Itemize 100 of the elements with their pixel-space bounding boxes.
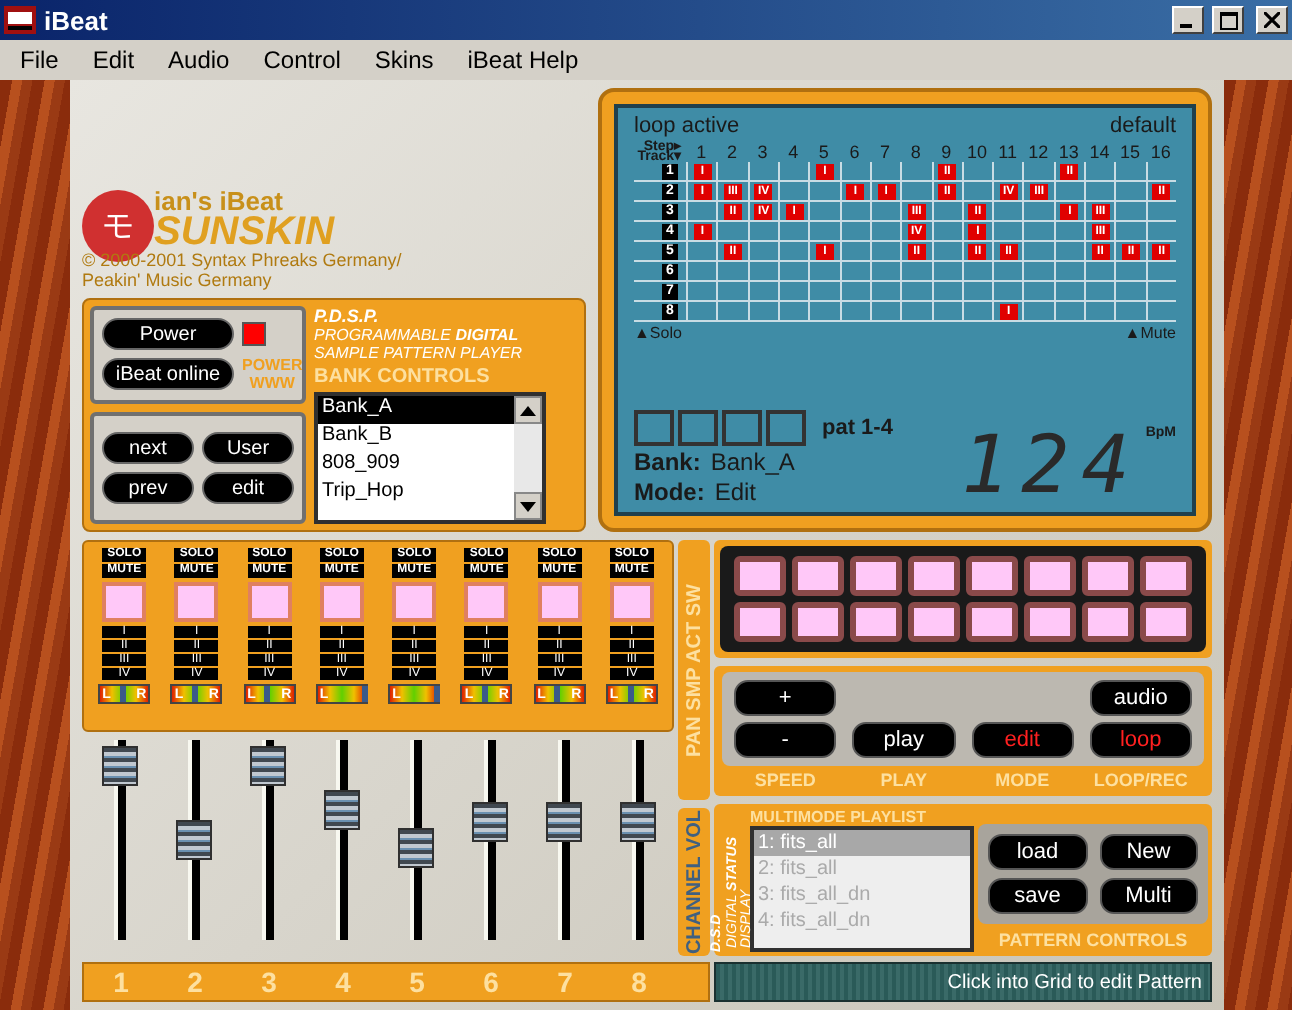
channel-number: 2 xyxy=(185,966,205,998)
transport-button[interactable]: loop xyxy=(1089,722,1192,758)
pan-thumb[interactable] xyxy=(433,686,440,702)
step-number: 1 xyxy=(694,142,709,162)
online-button[interactable]: iBeat online xyxy=(102,358,234,390)
fader-thumb[interactable] xyxy=(471,802,507,843)
fader-thumb[interactable] xyxy=(397,827,433,868)
drum-pad[interactable] xyxy=(850,556,902,596)
mode-value: Edit xyxy=(714,478,757,506)
step-number: 5 xyxy=(816,142,831,162)
pattern-button[interactable]: load xyxy=(988,834,1087,870)
fader-thumb[interactable] xyxy=(175,820,211,860)
step-number: 13 xyxy=(1056,142,1081,162)
pan-thumb[interactable] xyxy=(554,686,561,702)
fader-thumb[interactable] xyxy=(323,790,359,831)
up-arrow-icon[interactable] xyxy=(520,405,536,415)
drum-pad[interactable] xyxy=(1140,556,1192,596)
copyright-text: © 2000-2001 Syntax Phreaks Germany/ Peakin' Music Germany xyxy=(82,250,404,290)
drum-pad[interactable] xyxy=(1082,602,1134,642)
pan-thumb[interactable] xyxy=(627,686,634,702)
pan-thumb[interactable] xyxy=(264,686,271,702)
step-number: 7 xyxy=(878,142,893,162)
pattern-controls-title: PATTERN CONTROLS xyxy=(996,930,1190,950)
drum-pad[interactable] xyxy=(1082,556,1134,596)
bank-item[interactable]: Bank_A xyxy=(318,396,514,424)
transport-button[interactable]: - xyxy=(734,722,837,758)
pattern-button[interactable]: Multi xyxy=(1099,878,1198,914)
transport-button[interactable]: play xyxy=(852,722,955,758)
pattern-range: pat 1-4 xyxy=(822,416,893,440)
drum-pad[interactable] xyxy=(1024,602,1076,642)
nav-button[interactable]: edit xyxy=(202,472,294,504)
step-number: 10 xyxy=(964,142,989,162)
drum-pad[interactable] xyxy=(908,556,960,596)
playlist-title: MULTIMODE PLAYLIST xyxy=(750,808,928,826)
close-icon xyxy=(1264,12,1280,28)
close-button[interactable] xyxy=(1256,6,1288,34)
logo-text: ian's iBeat xyxy=(154,190,286,214)
app-icon xyxy=(4,6,36,34)
menu-item[interactable]: Audio xyxy=(152,46,248,74)
fader-thumb[interactable] xyxy=(545,802,581,843)
pan-thumb[interactable] xyxy=(482,686,489,702)
transport-caption: LOOP/REC xyxy=(1091,770,1190,790)
status-bar: Click into Grid to edit Pattern xyxy=(714,962,1212,1002)
power-label: WWW xyxy=(247,374,297,392)
menu-item[interactable]: iBeat Help xyxy=(451,46,597,74)
step-number: 8 xyxy=(908,142,923,162)
preset-name: default xyxy=(1109,114,1176,138)
channel-number: 6 xyxy=(481,966,501,998)
section-title: BANK CONTROLS xyxy=(314,366,492,388)
drum-pad[interactable] xyxy=(1024,556,1076,596)
pattern-button[interactable]: save xyxy=(988,878,1087,914)
pattern-slot xyxy=(678,410,718,446)
fader-thumb[interactable] xyxy=(249,746,285,786)
transport-button[interactable]: audio xyxy=(1089,680,1192,716)
menu-item[interactable]: Skins xyxy=(358,46,452,74)
transport-button[interactable]: edit xyxy=(971,722,1074,758)
nav-button[interactable]: prev xyxy=(102,472,194,504)
drum-pad[interactable] xyxy=(792,556,844,596)
menu-item[interactable]: Edit xyxy=(76,46,153,74)
window-title: iBeat xyxy=(44,5,110,35)
power-button[interactable]: Power xyxy=(102,318,234,350)
drum-pad[interactable] xyxy=(850,602,902,642)
pan-thumb[interactable] xyxy=(192,686,199,702)
pattern-slot xyxy=(634,410,674,446)
step-number: 6 xyxy=(847,142,862,162)
pattern-button[interactable]: New xyxy=(1099,834,1198,870)
drum-pad[interactable] xyxy=(1140,602,1192,642)
maximize-button[interactable] xyxy=(1212,6,1244,34)
channel-number: 5 xyxy=(407,966,427,998)
pan-thumb[interactable] xyxy=(361,686,368,702)
channel-number: 3 xyxy=(259,966,279,998)
channel-number: 1 xyxy=(111,966,131,998)
menu-item[interactable]: Control xyxy=(247,46,359,74)
drum-pad[interactable] xyxy=(792,602,844,642)
drum-pad[interactable] xyxy=(966,602,1018,642)
down-arrow-icon[interactable] xyxy=(520,501,536,511)
nav-button[interactable]: next xyxy=(102,432,194,464)
step-number: 9 xyxy=(939,142,954,162)
minimize-button[interactable] xyxy=(1172,6,1204,34)
channel-number: 8 xyxy=(629,966,649,998)
step-number: 12 xyxy=(1026,142,1051,162)
fader-thumb[interactable] xyxy=(619,802,655,843)
logo-title: SUNSKIN xyxy=(154,214,335,250)
drum-pad[interactable] xyxy=(966,556,1018,596)
loop-status: loop active xyxy=(634,114,740,138)
transport-button[interactable]: + xyxy=(734,680,837,716)
bank-value: Bank_A xyxy=(710,448,795,476)
drum-pad[interactable] xyxy=(734,602,786,642)
drum-pad[interactable] xyxy=(734,556,786,596)
transport-caption: MODE xyxy=(993,770,1052,790)
product-name: P.D.S.P. xyxy=(314,306,381,326)
menu-item[interactable]: File xyxy=(4,46,77,74)
step-number: 15 xyxy=(1118,142,1143,162)
scrollbar[interactable] xyxy=(514,396,542,520)
step-number: 16 xyxy=(1148,142,1173,162)
drum-pad[interactable] xyxy=(908,602,960,642)
fader-thumb[interactable] xyxy=(101,746,137,786)
pan-thumb[interactable] xyxy=(119,686,126,702)
transport-caption: SPEED xyxy=(752,770,818,790)
nav-button[interactable]: User xyxy=(202,432,294,464)
